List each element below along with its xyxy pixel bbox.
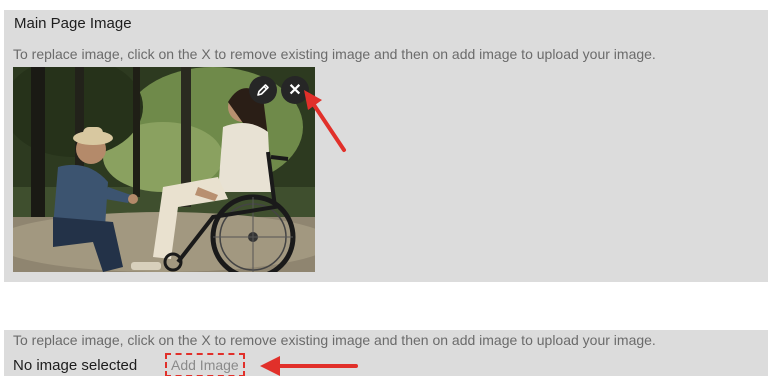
remove-image-button[interactable]: ✕ — [281, 76, 309, 104]
edit-image-button[interactable] — [249, 76, 277, 104]
replace-instructions: To replace image, click on the X to remo… — [13, 46, 656, 62]
panel-title: Main Page Image — [14, 15, 132, 32]
no-image-status: No image selected — [13, 357, 138, 374]
page: Main Page Image To replace image, click … — [0, 0, 768, 376]
add-image-panel: To replace image, click on the X to remo… — [4, 330, 768, 376]
add-image-link[interactable]: Add Image — [165, 353, 245, 376]
main-image-panel: Main Page Image To replace image, click … — [4, 10, 768, 282]
main-page-image: ✕ — [13, 67, 315, 272]
close-icon: ✕ — [288, 82, 302, 99]
pencil-icon — [257, 84, 269, 96]
replace-instructions-lower: To replace image, click on the X to remo… — [13, 332, 656, 348]
